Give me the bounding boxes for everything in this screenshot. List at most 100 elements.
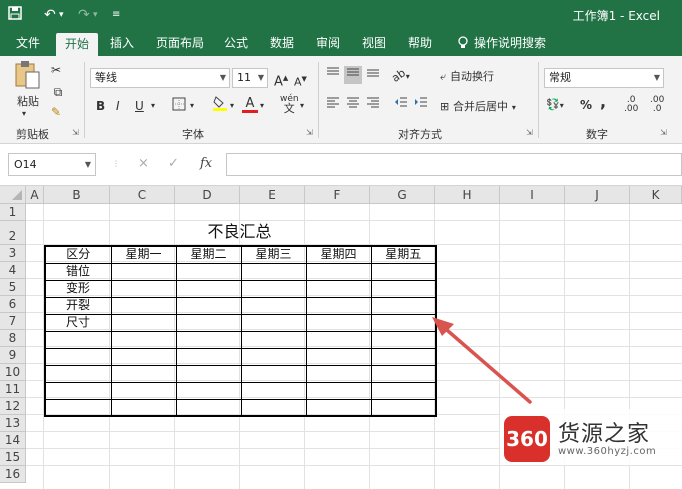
customize-quick-access-icon[interactable]: ≡ [112, 6, 120, 24]
tab-view[interactable]: 视图 [356, 30, 392, 56]
comma-style-button[interactable]: , [600, 94, 606, 110]
document-title: 工作簿1 - Excel [572, 9, 660, 23]
align-left-button[interactable] [324, 96, 342, 112]
chevron-down-icon: ▼ [653, 73, 660, 82]
group-divider [84, 62, 85, 138]
orientation-button[interactable]: ab▾ [389, 66, 410, 85]
font-group-label: 字体 [182, 128, 204, 141]
paste-label[interactable]: 粘贴 [12, 94, 44, 110]
font-name-combo[interactable]: 等线 ▼ [90, 68, 230, 88]
bold-button[interactable]: B [96, 98, 105, 114]
font-name-value: 等线 [95, 71, 117, 84]
insert-function-icon[interactable]: fx [200, 156, 212, 171]
font-color-icon: A [245, 96, 255, 111]
orientation-icon: ab [389, 66, 408, 85]
shrink-font-button[interactable]: A▼ [294, 71, 307, 91]
merge-center-label: 合并后居中 [453, 100, 509, 113]
redo-dropdown-icon[interactable]: ▾ [93, 6, 98, 24]
align-top-button[interactable] [324, 66, 342, 84]
format-painter-icon[interactable]: ✎ [48, 104, 64, 120]
increase-decimal-button[interactable]: .0.00 [624, 96, 638, 114]
save-icon[interactable] [8, 6, 22, 25]
tab-insert[interactable]: 插入 [104, 30, 140, 56]
number-format-value: 常规 [549, 71, 571, 84]
borders-button[interactable] [172, 97, 186, 115]
alignment-group-label: 对齐方式 [398, 128, 442, 141]
alignment-launcher-icon[interactable]: ⇲ [526, 128, 533, 137]
phonetic-dropdown-icon[interactable]: ▾ [300, 98, 304, 114]
paste-icon [15, 61, 40, 89]
font-color-button[interactable]: A [242, 95, 258, 113]
wrap-text-button[interactable]: ⤶ 自动换行 [440, 68, 494, 85]
ribbon-tabs: 文件 开始 插入 页面布局 公式 数据 审阅 视图 帮助 操作说明搜索 [0, 30, 682, 56]
grow-font-icon: A [274, 74, 283, 90]
fill-color-dropdown-icon[interactable]: ▾ [230, 98, 234, 114]
font-size-value: 11 [237, 71, 251, 84]
number-format-combo[interactable]: 常规 ▼ [544, 68, 664, 88]
tab-home[interactable]: 开始 [56, 33, 98, 56]
align-bottom-button[interactable] [364, 66, 382, 84]
chevron-down-icon: ▼ [84, 160, 91, 169]
merge-center-button[interactable]: ⊞ 合并后居中 ▾ [440, 98, 516, 116]
tab-formulas[interactable]: 公式 [218, 30, 254, 56]
grow-font-button[interactable]: A▲ [274, 70, 288, 90]
decrease-indent-button[interactable] [392, 96, 410, 112]
group-divider [318, 62, 319, 138]
phonetic-button[interactable]: wén 文 [280, 94, 299, 115]
name-box[interactable]: O14 ▼ [8, 153, 96, 176]
enter-icon[interactable]: ✓ [168, 156, 179, 171]
clipboard-launcher-icon[interactable]: ⇲ [72, 128, 79, 137]
fill-color-button[interactable] [212, 95, 228, 115]
underline-dropdown-icon[interactable]: ▾ [151, 98, 155, 114]
formula-bar-grip-icon: ⋮ [112, 159, 120, 168]
font-launcher-icon[interactable]: ⇲ [306, 128, 313, 137]
lightbulb-icon [456, 30, 470, 56]
align-middle-button[interactable] [344, 66, 362, 84]
name-box-value: O14 [14, 158, 37, 171]
wrap-text-icon: ⤶ [440, 70, 447, 83]
align-center-button[interactable] [344, 96, 362, 112]
title-bar: ↶ ▾ ↷ ▾ ≡ 工作簿1 - Excel [0, 0, 682, 30]
undo-icon[interactable]: ↶ [44, 6, 56, 24]
cut-icon[interactable]: ✂ [48, 62, 64, 78]
tab-data[interactable]: 数据 [264, 30, 300, 56]
watermark-site-name: 货源之家 [558, 422, 651, 447]
cancel-icon[interactable]: × [138, 156, 149, 171]
paste-dropdown-icon[interactable]: ▾ [22, 106, 26, 122]
tab-help[interactable]: 帮助 [402, 30, 438, 56]
italic-button[interactable]: I [116, 98, 120, 114]
chevron-down-icon: ▼ [257, 73, 264, 82]
borders-icon [172, 97, 186, 111]
watermark-logo: 360 [504, 416, 550, 462]
undo-dropdown-icon[interactable]: ▾ [59, 6, 64, 24]
watermark: 360 货源之家 www.360hyzj.com [500, 409, 682, 465]
copy-icon[interactable]: ⧉ [48, 84, 68, 100]
formula-bar: O14 ▼ ⋮ × ✓ fx [0, 144, 682, 186]
number-group-label: 数字 [586, 128, 608, 141]
borders-dropdown-icon[interactable]: ▾ [190, 98, 194, 114]
wrap-text-label: 自动换行 [450, 70, 494, 83]
currency-icon: 💱 [546, 98, 560, 111]
tab-page-layout[interactable]: 页面布局 [150, 30, 210, 56]
decrease-decimal-button[interactable]: .00.0 [650, 96, 664, 114]
chevron-down-icon: ▼ [219, 73, 226, 82]
shrink-font-icon: A [294, 75, 302, 89]
merge-center-icon: ⊞ [440, 100, 450, 113]
formula-input[interactable] [226, 153, 682, 176]
percent-button[interactable]: % [580, 97, 592, 113]
accounting-format-button[interactable]: 💱▾ [546, 96, 564, 114]
ribbon: 粘贴 ▾ ✂ ⧉ ✎ 剪贴板 ⇲ 等线 ▼ 11 ▼ A▲ A▼ B I U ▾… [0, 56, 682, 144]
clipboard-group-label: 剪贴板 [16, 128, 49, 141]
tab-review[interactable]: 审阅 [310, 30, 346, 56]
underline-button[interactable]: U [135, 98, 144, 114]
increase-indent-button[interactable] [412, 96, 430, 112]
font-size-combo[interactable]: 11 ▼ [232, 68, 268, 88]
number-launcher-icon[interactable]: ⇲ [660, 128, 667, 137]
tab-file[interactable]: 文件 [10, 30, 46, 56]
align-right-button[interactable] [364, 96, 382, 112]
font-color-dropdown-icon[interactable]: ▾ [260, 98, 264, 114]
group-divider [538, 62, 539, 138]
fill-color-icon [213, 96, 227, 111]
tell-me-search[interactable]: 操作说明搜索 [474, 30, 558, 56]
redo-icon[interactable]: ↷ [78, 6, 90, 24]
